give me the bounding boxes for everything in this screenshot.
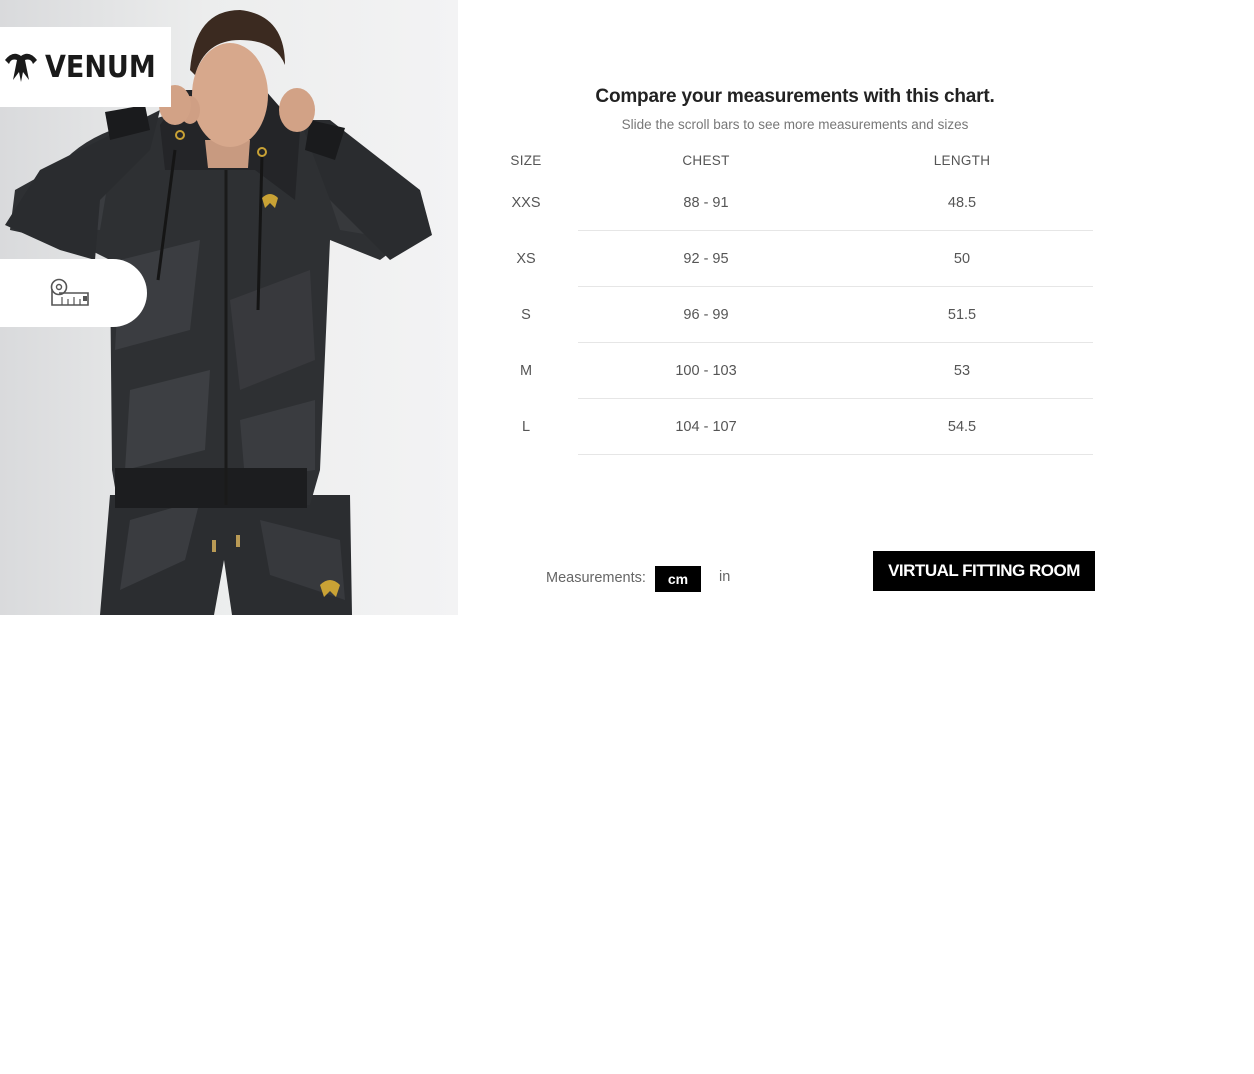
measuring-tape-tab[interactable] <box>0 259 147 327</box>
brand-logo: VENUM <box>0 27 171 107</box>
chest-cell: 88 - 91 <box>683 195 729 211</box>
length-cell: 50 <box>953 251 971 267</box>
size-chart-heading: Compare your measurements with this char… <box>595 86 995 107</box>
table-row: L 104 - 107 54.5 <box>490 399 1095 455</box>
length-cell: 54.5 <box>947 419 977 435</box>
table-row: M 100 - 103 53 <box>490 343 1095 399</box>
chest-cell: 100 - 103 <box>675 363 737 379</box>
size-chart-subheading: Slide the scroll bars to see more measur… <box>621 117 969 132</box>
column-header-length: LENGTH <box>933 152 991 168</box>
length-cell: 48.5 <box>947 195 977 211</box>
venum-snake-head-icon <box>4 53 37 82</box>
table-header-row: SIZE CHEST LENGTH <box>490 145 1095 175</box>
length-cell: 51.5 <box>947 307 977 323</box>
size-table: SIZE CHEST LENGTH XXS 88 - 91 48.5 XS 92… <box>490 145 1095 455</box>
chest-cell: 92 - 95 <box>683 251 729 267</box>
chest-cell: 104 - 107 <box>675 419 737 435</box>
column-header-size: SIZE <box>510 152 542 168</box>
unit-toggle-cm[interactable]: cm <box>655 566 701 592</box>
virtual-fitting-room-button[interactable]: VIRTUAL FITTING ROOM <box>873 551 1095 591</box>
table-row: S 96 - 99 51.5 <box>490 287 1095 343</box>
table-row: XXS 88 - 91 48.5 <box>490 175 1095 231</box>
size-cell: XS <box>516 251 536 267</box>
brand-wordmark: VENUM <box>44 49 156 85</box>
measurements-label: Measurements: <box>546 570 646 586</box>
table-row: XS 92 - 95 50 <box>490 231 1095 287</box>
row-divider <box>578 454 1093 455</box>
size-cell: XXS <box>511 195 541 211</box>
unit-toggle-in[interactable]: in <box>719 569 730 585</box>
chest-cell: 96 - 99 <box>683 307 729 323</box>
length-cell: 53 <box>953 363 971 379</box>
size-cell: S <box>521 307 531 323</box>
column-header-chest: CHEST <box>682 152 730 168</box>
product-image-panel: VENUM <box>0 0 458 615</box>
size-cell: L <box>521 419 531 435</box>
size-cell: M <box>519 363 533 379</box>
measuring-tape-icon <box>50 278 89 306</box>
